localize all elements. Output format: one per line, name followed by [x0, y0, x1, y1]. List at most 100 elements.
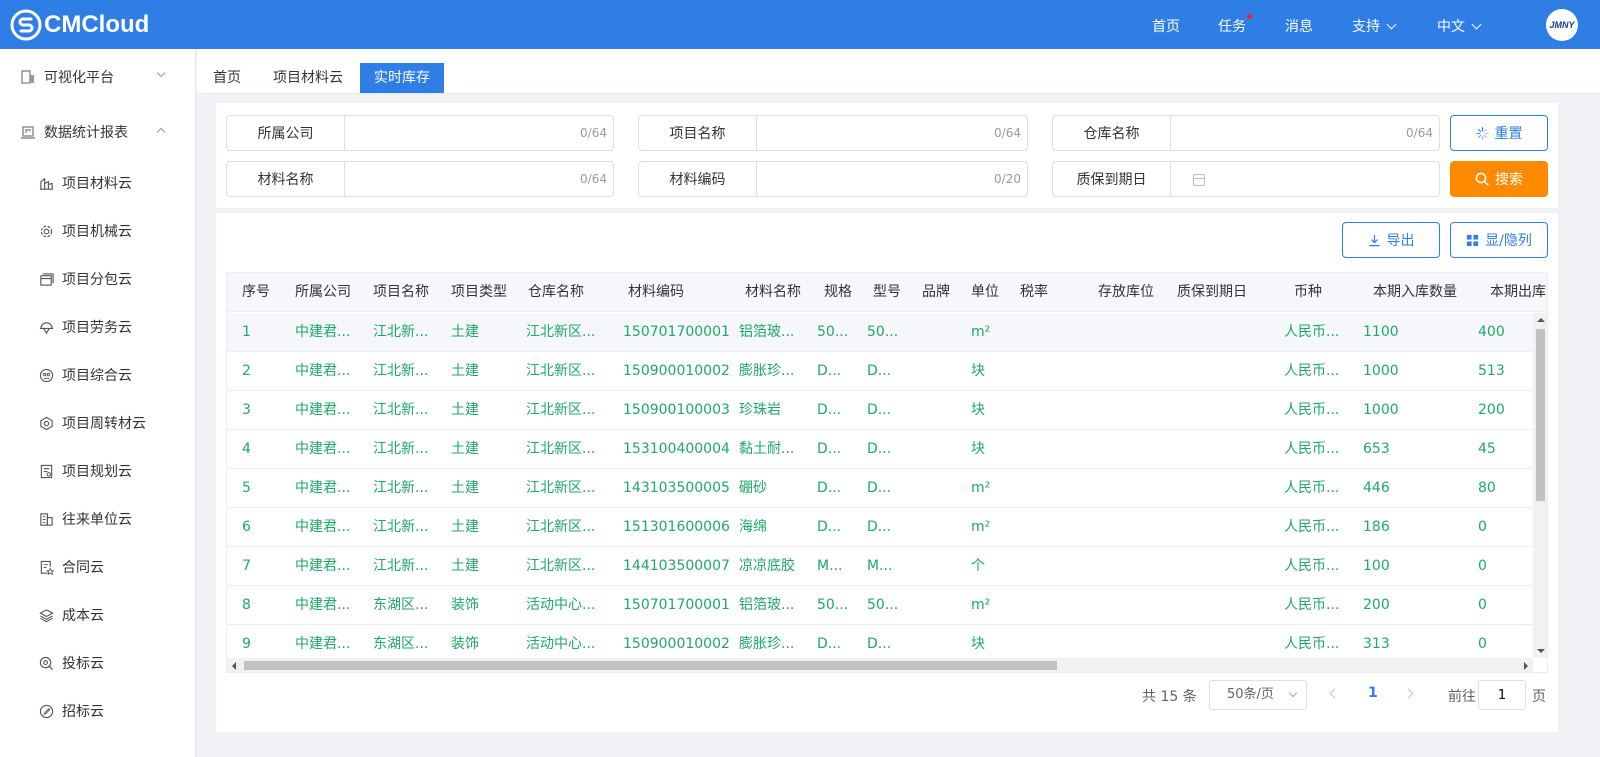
- column-header-location[interactable]: 存放库位: [1098, 273, 1154, 312]
- column-header-in-qty[interactable]: 本期入库数量: [1373, 273, 1457, 312]
- tab-material-cloud[interactable]: 项目材料云: [259, 63, 357, 94]
- sidebar-item-contract[interactable]: 合同云: [0, 543, 196, 591]
- column-header-project-name[interactable]: 项目名称: [373, 273, 429, 312]
- sidebar-item-labor[interactable]: 项目劳务云: [0, 303, 196, 351]
- table-row[interactable]: 4 中建君... 江北新... 土建 江北新区... 153100400004 黏土耐...…: [227, 430, 1533, 469]
- pagination: 共 15 条 50条/页 1 前往 页: [216, 680, 1558, 710]
- nav-support[interactable]: 支持: [1352, 16, 1397, 36]
- nav-tasks[interactable]: 任务: [1218, 14, 1252, 36]
- prev-page-icon[interactable]: [1329, 688, 1340, 699]
- logo[interactable]: CMCloud: [10, 9, 149, 41]
- column-header-out-qty[interactable]: 本期出库: [1490, 273, 1546, 312]
- monitor-icon: [21, 70, 34, 84]
- scrollbar-thumb[interactable]: [244, 661, 1057, 670]
- table-row[interactable]: 2 中建君... 江北新... 土建 江北新区... 150900010002 膨胀珍...…: [227, 352, 1533, 391]
- column-header-currency[interactable]: 币种: [1294, 273, 1322, 312]
- cell-company: 中建君...: [295, 480, 351, 496]
- table-row[interactable]: 1 中建君... 江北新... 土建 江北新区... 150701700001 铝箔玻...…: [227, 313, 1533, 352]
- nav-messages[interactable]: 消息: [1285, 16, 1313, 36]
- sidebar-item-machinery[interactable]: 项目机械云: [0, 207, 196, 255]
- sidebar-item-label: 招标云: [62, 704, 104, 720]
- sidebar-item-turnover[interactable]: 项目周转材云: [0, 399, 196, 447]
- column-header-index[interactable]: 序号: [242, 273, 270, 312]
- nav-home[interactable]: 首页: [1152, 16, 1180, 36]
- column-header-warehouse[interactable]: 仓库名称: [528, 273, 584, 312]
- sidebar-item-planning[interactable]: 项目规划云: [0, 447, 196, 495]
- cell-out-qty: 400: [1478, 324, 1505, 340]
- cell-warehouse: 江北新区...: [526, 558, 596, 574]
- cell-material-name: 珍珠岩: [739, 402, 781, 418]
- column-header-spec[interactable]: 规格: [824, 273, 852, 312]
- cell-project-name: 江北新...: [373, 558, 429, 574]
- sidebar-item-label: 项目周转材云: [62, 416, 146, 432]
- avatar[interactable]: JMNY: [1546, 9, 1578, 41]
- sidebar-item-label: 项目分包云: [62, 272, 132, 288]
- table-row[interactable]: 7 中建君... 江北新... 土建 江北新区... 144103500007 凉凉底胶 M.…: [227, 547, 1533, 586]
- warehouse-input[interactable]: [1171, 116, 1439, 150]
- column-header-model[interactable]: 型号: [873, 273, 901, 312]
- warranty-date-input[interactable]: [1171, 162, 1439, 196]
- column-header-tax-rate[interactable]: 税率: [1020, 273, 1048, 312]
- sidebar-item-bid[interactable]: 投标云: [0, 639, 196, 687]
- next-page-icon[interactable]: [1403, 688, 1414, 699]
- page-size-select[interactable]: 50条/页: [1209, 680, 1307, 710]
- search-button[interactable]: 搜索: [1450, 161, 1548, 197]
- company-input[interactable]: [345, 116, 613, 150]
- cell-material-code: 151301600006: [623, 519, 730, 535]
- scroll-up-icon[interactable]: [1537, 318, 1545, 322]
- cell-unit: 个: [971, 558, 985, 574]
- table-row[interactable]: 3 中建君... 江北新... 土建 江北新区... 150900100003 珍珠岩 D..…: [227, 391, 1533, 430]
- reset-icon: [1475, 126, 1489, 140]
- scroll-right-icon[interactable]: [1524, 662, 1528, 670]
- sidebar-item-integrated[interactable]: 项目综合云: [0, 351, 196, 399]
- sidebar-item-subcontract[interactable]: 项目分包云: [0, 255, 196, 303]
- cell-model: D...: [867, 480, 892, 496]
- brand-name: CMCloud: [44, 11, 150, 38]
- columns-toggle-button[interactable]: 显/隐列: [1450, 222, 1548, 258]
- cell-unit: m²: [971, 597, 991, 613]
- table-row[interactable]: 5 中建君... 江北新... 土建 江北新区... 143103500005 硼砂 D...…: [227, 469, 1533, 508]
- column-header-material-name[interactable]: 材料名称: [745, 273, 801, 312]
- sidebar-item-material[interactable]: 项目材料云: [0, 159, 196, 207]
- cell-spec: D...: [817, 441, 842, 457]
- tab-realtime-inventory[interactable]: 实时库存: [360, 63, 444, 93]
- scroll-down-icon[interactable]: [1537, 649, 1545, 653]
- sidebar-item-cost[interactable]: 成本云: [0, 591, 196, 639]
- cell-spec: M...: [817, 558, 843, 574]
- vertical-scrollbar[interactable]: [1533, 313, 1547, 658]
- export-button[interactable]: 导出: [1342, 222, 1440, 258]
- column-header-material-code[interactable]: 材料编码: [628, 273, 684, 312]
- horizontal-scrollbar[interactable]: [227, 658, 1533, 672]
- cell-project-type: 土建: [451, 441, 479, 457]
- warehouse-filter: 仓库名称 0/64: [1052, 115, 1440, 151]
- current-page[interactable]: 1: [1368, 685, 1378, 701]
- scrollbar-thumb[interactable]: [1536, 329, 1545, 501]
- cell-out-qty: 200: [1478, 402, 1505, 418]
- nav-language[interactable]: 中文: [1437, 16, 1482, 36]
- tab-home[interactable]: 首页: [199, 63, 255, 94]
- column-header-company[interactable]: 所属公司: [295, 273, 351, 312]
- cell-company: 中建君...: [295, 402, 351, 418]
- cell-material-name: 硼砂: [739, 480, 767, 496]
- column-header-project-type[interactable]: 项目类型: [451, 273, 507, 312]
- cell-unit: m²: [971, 480, 991, 496]
- scroll-left-icon[interactable]: [232, 662, 236, 670]
- cell-out-qty: 0: [1478, 519, 1487, 535]
- table-row[interactable]: 8 中建君... 东湖区... 装饰 活动中心... 150701700001 铝箔玻...…: [227, 586, 1533, 625]
- sidebar-item-partners[interactable]: 往来单位云: [0, 495, 196, 543]
- sidebar-group-visual-platform[interactable]: 可视化平台: [0, 55, 196, 99]
- sidebar-group-statistics[interactable]: 数据统计报表: [0, 110, 196, 154]
- table-row[interactable]: 6 中建君... 江北新... 土建 江北新区... 151301600006 海绵 D...…: [227, 508, 1533, 547]
- cell-project-type: 土建: [451, 558, 479, 574]
- goto-page-input[interactable]: [1478, 680, 1526, 710]
- cell-index: 2: [242, 363, 251, 379]
- column-header-brand[interactable]: 品牌: [922, 273, 950, 312]
- project-input[interactable]: [757, 116, 1027, 150]
- sidebar-item-tender[interactable]: 招标云: [0, 687, 196, 735]
- material-name-input[interactable]: [345, 162, 613, 196]
- reset-button[interactable]: 重置: [1450, 115, 1548, 151]
- warranty-date-filter: 质保到期日: [1052, 161, 1440, 197]
- column-header-unit[interactable]: 单位: [971, 273, 999, 312]
- column-header-warranty-date[interactable]: 质保到期日: [1177, 273, 1247, 312]
- material-code-input[interactable]: [757, 162, 1027, 196]
